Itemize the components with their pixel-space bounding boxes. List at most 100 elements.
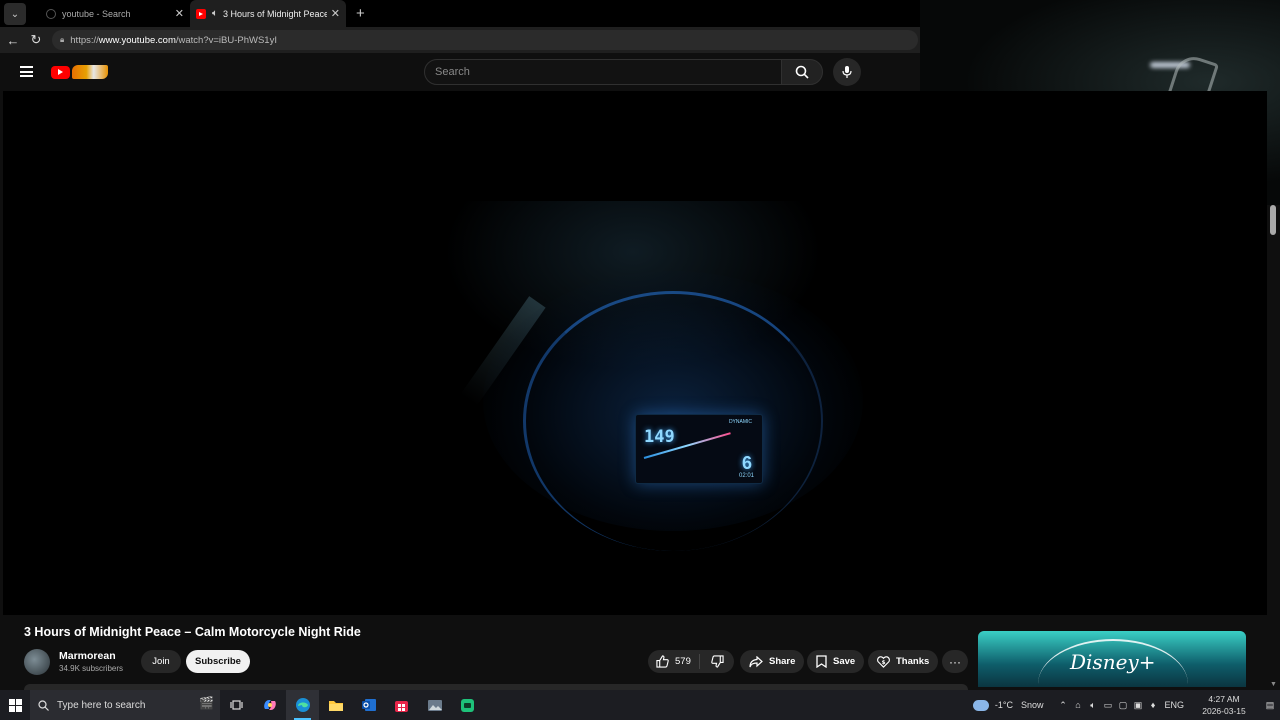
back-arrow-icon[interactable]: ←	[3, 33, 23, 48]
search-icon	[795, 65, 809, 79]
close-tab-icon[interactable]: ✕	[175, 7, 184, 20]
ride-mode: DYNAMIC	[728, 419, 752, 425]
address-bar-row: ← ↻ 🔒︎ https:// www.youtube.com /watch?v…	[0, 27, 920, 53]
outlook-button[interactable]	[352, 690, 385, 720]
search-icon	[38, 699, 49, 711]
scrollbar-thumb[interactable]	[1270, 205, 1276, 235]
search-favicon-icon	[46, 8, 56, 19]
chevron-down-icon: ⌄	[10, 8, 20, 20]
like-dislike-group: 579	[648, 650, 734, 673]
tab-youtube-video[interactable]: 🔈︎ 3 Hours of Midnight Peace – C ✕	[190, 0, 346, 27]
weather-widget[interactable]: -1°C Snow	[972, 699, 1044, 711]
screen: ⌄ youtube - Search ✕ 🔈︎ 3 Hours of Midni…	[0, 0, 1280, 720]
store-button[interactable]	[385, 690, 418, 720]
microphone-icon[interactable]: ♦	[1145, 700, 1160, 710]
video-player[interactable]: DYNAMIC 149 6 02:01	[3, 91, 1267, 615]
youtube-favicon-icon	[196, 8, 206, 19]
clock[interactable]: 4:27 AM 2026-03-15	[1194, 693, 1254, 717]
new-tab-button[interactable]: +	[356, 5, 365, 22]
ad-brand-logo: Disney+	[1070, 650, 1156, 674]
url-path: /watch?v=iBU-PhWS1yI	[175, 34, 277, 46]
thumbs-up-icon	[656, 655, 669, 668]
app-button[interactable]	[451, 690, 484, 720]
channel-name[interactable]: Marmorean	[59, 650, 116, 662]
scroll-down-arrow-icon[interactable]: ▼	[1270, 681, 1277, 688]
dashboard-clock: 02:01	[738, 473, 754, 479]
thanks-heart-dollar-icon: $	[877, 656, 890, 668]
photos-button[interactable]	[418, 690, 451, 720]
channel-avatar[interactable]	[24, 649, 50, 675]
youtube-logo[interactable]	[51, 64, 109, 80]
image-app-icon	[427, 699, 442, 711]
refresh-icon[interactable]: ↻	[26, 32, 46, 48]
url-field[interactable]: 🔒︎ https:// www.youtube.com /watch?v=iBU…	[52, 30, 918, 50]
windows-logo-icon	[8, 698, 22, 712]
weather-condition: Snow	[1020, 700, 1044, 710]
close-tab-icon[interactable]: ✕	[331, 7, 340, 20]
edge-browser-button[interactable]	[286, 690, 319, 720]
edge-icon	[295, 698, 310, 712]
chevron-up-icon[interactable]: ⌃	[1055, 700, 1070, 711]
save-label: Save	[833, 656, 856, 667]
weather-temp: -1°C	[994, 700, 1013, 710]
page-scrollbar[interactable]: ▼	[1268, 205, 1280, 690]
svg-text:$: $	[882, 660, 886, 666]
bookmark-icon	[816, 655, 827, 668]
url-host: www.youtube.com	[98, 34, 176, 46]
thanks-label: Thanks	[896, 656, 930, 667]
like-count: 579	[675, 656, 691, 667]
system-tray: -1°C Snow ⌃ ⌂ 🔈︎ ▭ ▢ ▣ ♦ ENG 4:27 AM 202…	[972, 690, 1280, 720]
start-button[interactable]	[0, 690, 30, 720]
clock-time: 4:27 AM	[1208, 694, 1240, 704]
clock-date: 2026-03-15	[1202, 706, 1246, 716]
youtube-header	[0, 53, 920, 91]
voice-search-button[interactable]	[833, 58, 861, 86]
share-button[interactable]: Share	[740, 650, 805, 673]
search-input[interactable]	[425, 60, 781, 84]
copilot-button[interactable]	[253, 690, 286, 720]
menu-icon[interactable]	[20, 66, 33, 77]
like-button[interactable]: 579	[648, 654, 700, 669]
youtube-play-logo-icon	[51, 65, 70, 79]
speaker-icon[interactable]: 🔈︎	[212, 8, 218, 19]
search-highlight-icon: 🎬	[199, 696, 214, 710]
dislike-button[interactable]	[700, 655, 734, 668]
search-button[interactable]	[781, 59, 823, 85]
doodle-logo-icon	[72, 65, 108, 79]
file-explorer-button[interactable]	[319, 690, 352, 720]
folder-icon	[328, 700, 343, 711]
browser-tab-bar: ⌄ youtube - Search ✕ 🔈︎ 3 Hours of Midni…	[0, 0, 920, 27]
notification-icon[interactable]: ▤	[1260, 700, 1280, 711]
share-label: Share	[769, 656, 796, 667]
join-button[interactable]: Join	[141, 650, 181, 673]
gear-indicator: 6	[741, 453, 752, 473]
tab-youtube-search[interactable]: youtube - Search ✕	[32, 0, 190, 27]
video-title: 3 Hours of Midnight Peace – Calm Motorcy…	[24, 625, 361, 639]
windows-taskbar: Type here to search 🎬 -1°C Snow ⌃ ⌂ 🔈︎ ▭…	[0, 690, 1280, 720]
thanks-button[interactable]: $ Thanks	[868, 650, 939, 673]
thumbs-down-icon	[710, 655, 724, 668]
more-actions-button[interactable]: ···	[942, 650, 968, 673]
mail-icon	[361, 699, 376, 711]
tab-title: youtube - Search	[62, 8, 131, 19]
disney-plus-ad[interactable]: Disney+	[978, 631, 1246, 687]
copilot-icon	[263, 700, 276, 710]
task-view-icon	[230, 700, 243, 710]
network-icon[interactable]: ⌂	[1070, 700, 1085, 710]
lock-icon: 🔒︎	[60, 35, 65, 44]
display-icon[interactable]: ▢	[1115, 700, 1130, 711]
subscriber-count: 34.9K subscribers	[59, 664, 124, 673]
volume-icon[interactable]: 🔈︎	[1085, 700, 1100, 711]
speed-readout: 149	[644, 427, 675, 447]
save-button[interactable]: Save	[807, 650, 865, 673]
subscribe-button[interactable]: Subscribe	[186, 650, 250, 673]
microphone-icon	[842, 66, 852, 78]
vpn-icon[interactable]: ▣	[1130, 700, 1145, 711]
tab-list-button[interactable]: ⌄	[4, 3, 26, 25]
store-icon	[395, 700, 408, 712]
taskbar-search[interactable]: Type here to search 🎬	[30, 690, 220, 720]
language-indicator[interactable]: ENG	[1164, 700, 1184, 710]
motorcycle-dashboard: DYNAMIC 149 6 02:01	[635, 414, 763, 484]
battery-icon[interactable]: ▭	[1100, 700, 1115, 711]
task-view-button[interactable]	[220, 690, 253, 720]
